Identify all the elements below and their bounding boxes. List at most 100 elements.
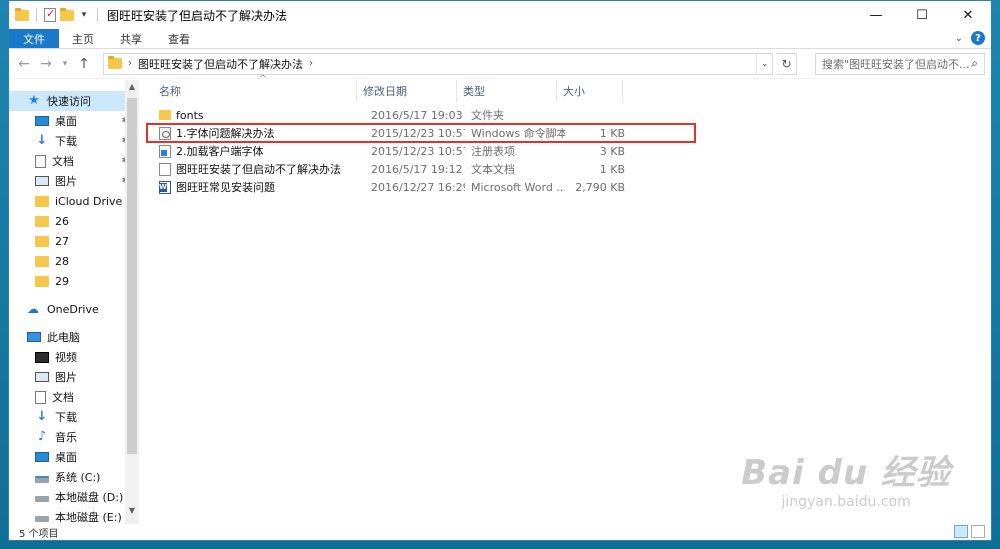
sidebar-item-pc-desktop[interactable]: 桌面	[9, 447, 139, 467]
customize-toolbar-dropdown-icon[interactable]: ▾	[78, 10, 90, 20]
minimize-button[interactable]: —	[853, 1, 899, 29]
breadcrumb-chevron-icon[interactable]: ›	[128, 58, 132, 69]
search-input[interactable]: 搜索"图旺旺安装了但启动不... ⌕	[815, 52, 985, 75]
sidebar-item-pc-downloads[interactable]: ↓ 下载	[9, 407, 139, 427]
sidebar-item-quick-access[interactable]: ★ 快速访问	[9, 91, 139, 111]
tab-view[interactable]: 查看	[155, 29, 203, 48]
sidebar-scrollbar[interactable]: ▲ ▼	[125, 80, 139, 524]
sidebar-item-28[interactable]: 28	[9, 251, 139, 271]
sidebar-item-this-pc[interactable]: 此电脑	[9, 327, 139, 347]
sidebar-item-label: 26	[55, 214, 69, 228]
hard-drive-icon	[35, 516, 49, 522]
sidebar-item-drive-e[interactable]: 本地磁盘 (E:)	[9, 507, 139, 524]
system-drive-icon	[35, 475, 49, 483]
new-folder-icon[interactable]	[60, 7, 74, 21]
computer-icon	[27, 332, 41, 342]
onedrive-icon: ☁	[27, 302, 39, 316]
file-size: 2,790 KB	[575, 180, 625, 194]
video-icon	[35, 351, 49, 363]
column-header-type[interactable]: 类型	[457, 80, 557, 102]
sidebar-item-onedrive[interactable]: ☁ OneDrive	[9, 299, 139, 319]
status-bar: 5 个项目	[9, 524, 991, 540]
address-history-dropdown-icon[interactable]: ⌄	[756, 53, 772, 74]
folder-icon	[108, 56, 122, 69]
file-name: 图旺旺安装了但启动不了解决办法	[176, 163, 341, 176]
column-header-date[interactable]: 修改日期	[357, 80, 457, 102]
file-name: fonts	[176, 108, 204, 122]
sidebar-item-drive-c[interactable]: 系统 (C:)	[9, 467, 139, 487]
address-bar[interactable]: › 图旺旺安装了但启动不了解决办法 › ⌄	[103, 52, 773, 75]
title-bar[interactable]: ▾ 图旺旺安装了但启动不了解决办法 — ☐ ✕	[9, 1, 991, 29]
sidebar-item-pc-documents[interactable]: 文档	[9, 387, 139, 407]
file-row-highlighted[interactable]: 1.字体问题解决办法 2015/12/23 10:57 Windows 命令脚本…	[146, 123, 696, 143]
sidebar-item-documents[interactable]: 文档 ✱	[9, 151, 139, 171]
file-type: 文件夹	[471, 109, 504, 122]
navigation-pane: ★ 快速访问 桌面 ✱ ↓ 下载 ✱ 文档 ✱	[9, 80, 139, 524]
sidebar-item-29[interactable]: 29	[9, 271, 139, 291]
file-name: 1.字体问题解决办法	[176, 127, 275, 140]
sidebar-item-drive-d[interactable]: 本地磁盘 (D:)	[9, 487, 139, 507]
sidebar-item-desktop[interactable]: 桌面 ✱	[9, 111, 139, 131]
file-row[interactable]: fonts 2016/5/17 19:03 文件夹	[139, 106, 991, 124]
file-row[interactable]: 2.加载客户端字体 2015/12/23 10:57 注册表项 3 KB	[139, 142, 991, 160]
details-view-icon[interactable]	[954, 525, 968, 538]
column-header-size[interactable]: 大小	[557, 80, 623, 102]
properties-icon[interactable]	[44, 7, 56, 22]
cmd-script-icon	[159, 126, 171, 140]
music-icon: ♪	[37, 429, 47, 444]
registry-icon	[159, 144, 171, 158]
scroll-up-arrow-icon[interactable]: ▲	[125, 82, 139, 98]
sidebar-item-label: 文档	[52, 391, 74, 404]
recent-locations-dropdown-icon[interactable]: ▾	[59, 59, 71, 69]
sidebar-item-music[interactable]: ♪ 音乐	[9, 427, 139, 447]
file-list-pane: ^ 名称 修改日期 类型 大小 fonts 2016/5/17 19:03 文件…	[139, 74, 991, 524]
file-row[interactable]: 图旺旺安装了但启动不了解决办法 2016/5/17 19:12 文本文档 1 K…	[139, 160, 991, 178]
sidebar-item-downloads[interactable]: ↓ 下载 ✱	[9, 131, 139, 151]
file-date: 2016/5/17 19:03	[371, 108, 463, 122]
search-icon[interactable]: ⌕	[971, 56, 978, 71]
forward-button[interactable]: →	[37, 56, 55, 72]
column-headers: ^ 名称 修改日期 类型 大小	[139, 74, 991, 102]
watermark-brand: Bai du 经验	[741, 453, 951, 493]
expand-ribbon-icon[interactable]: ⌄	[955, 33, 963, 44]
large-icons-view-icon[interactable]	[971, 525, 985, 538]
folder-icon	[35, 255, 49, 267]
sidebar-item-label: 桌面	[55, 115, 77, 128]
file-list: fonts 2016/5/17 19:03 文件夹 1.字体问题解决办法 201…	[139, 102, 991, 196]
sidebar-item-pictures[interactable]: 图片 ✱	[9, 171, 139, 191]
file-row[interactable]: 图旺旺常见安装问题 2016/12/27 16:29 Microsoft Wor…	[139, 178, 991, 196]
picture-icon	[35, 176, 49, 186]
tab-file[interactable]: 文件	[9, 29, 59, 48]
sidebar-item-pc-pictures[interactable]: 图片	[9, 367, 139, 387]
folder-icon	[35, 195, 49, 207]
sidebar-item-label: 文档	[52, 155, 74, 168]
sidebar-item-label: 音乐	[55, 431, 77, 444]
help-icon[interactable]: ?	[971, 31, 985, 45]
breadcrumb-current-folder[interactable]: 图旺旺安装了但启动不了解决办法	[138, 56, 303, 72]
breadcrumb-chevron-icon[interactable]: ›	[309, 58, 313, 69]
close-button[interactable]: ✕	[945, 1, 991, 29]
up-button[interactable]: ↑	[75, 56, 93, 72]
sidebar-item-27[interactable]: 27	[9, 231, 139, 251]
back-button[interactable]: ←	[15, 56, 33, 72]
column-header-name[interactable]: 名称	[139, 80, 357, 102]
desktop-icon	[35, 116, 49, 126]
sidebar-item-videos[interactable]: 视频	[9, 347, 139, 367]
scrollbar-thumb[interactable]	[127, 98, 137, 454]
scroll-down-arrow-icon[interactable]: ▼	[125, 506, 139, 522]
quick-access-toolbar: ▾	[9, 7, 101, 22]
maximize-button[interactable]: ☐	[899, 1, 945, 29]
refresh-button[interactable]: ↻	[777, 52, 797, 75]
window-title: 图旺旺安装了但启动不了解决办法	[107, 8, 288, 23]
ribbon-tabs: 文件 主页 共享 查看 ⌄ ?	[9, 29, 991, 49]
sidebar-item-26[interactable]: 26	[9, 211, 139, 231]
sidebar-item-icloud-drive[interactable]: iCloud Drive ✱	[9, 191, 139, 211]
file-date: 2015/12/23 10:57	[371, 144, 465, 158]
tab-home[interactable]: 主页	[59, 29, 107, 48]
search-placeholder: 搜索"图旺旺安装了但启动不...	[822, 57, 970, 71]
window-controls: — ☐ ✕	[853, 1, 991, 29]
file-date: 2016/12/27 16:29	[371, 180, 465, 194]
tab-share[interactable]: 共享	[107, 29, 155, 48]
file-date: 2015/12/23 10:57	[371, 126, 465, 140]
baidu-jingyan-watermark: Bai du 经验 jingyan.baidu.com	[741, 445, 951, 510]
